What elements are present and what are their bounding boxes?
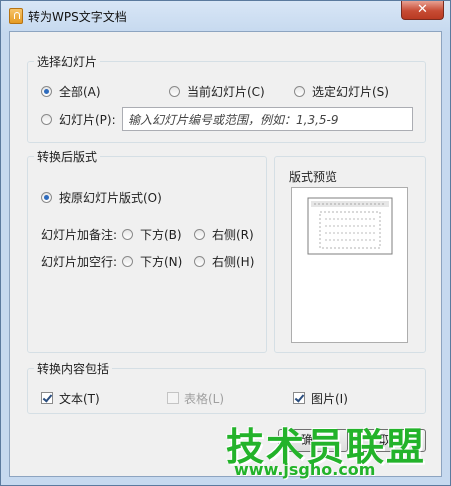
checkbox-image-label[interactable]: 图片(I) xyxy=(311,390,348,407)
watermark-url: www.jsgho.com xyxy=(234,460,376,479)
radio-notes-right[interactable] xyxy=(194,229,205,240)
layout-group-title: 转换后版式 xyxy=(34,148,101,165)
radio-notes-right-label[interactable]: 右侧(R) xyxy=(212,226,254,243)
radio-all-label[interactable]: 全部(A) xyxy=(59,83,101,100)
radio-all[interactable] xyxy=(41,86,52,97)
radio-slide-range-label[interactable]: 幻灯片(P): xyxy=(59,111,116,128)
radio-slide-range[interactable] xyxy=(41,114,52,125)
wps-app-icon xyxy=(9,8,23,24)
blank-line-label: 幻灯片加空行: xyxy=(41,255,118,269)
slide-preview-icon xyxy=(307,197,393,255)
radio-notes-bottom-label[interactable]: 下方(B) xyxy=(140,226,182,243)
radio-current-slide-label[interactable]: 当前幻灯片(C) xyxy=(187,83,265,100)
include-group-title: 转换内容包括 xyxy=(34,360,113,377)
checkbox-text-label[interactable]: 文本(T) xyxy=(59,390,100,407)
checkbox-text[interactable] xyxy=(41,392,53,404)
notes-label: 幻灯片加备注: xyxy=(41,228,118,242)
close-button[interactable]: ✕ xyxy=(401,1,444,20)
layout-preview-image xyxy=(291,187,408,343)
dialog-content: 选择幻灯片 全部(A) 当前幻灯片(C) 选定幻灯片(S) 幻灯片(P): 输入… xyxy=(9,31,442,477)
watermark: 技术员联盟 www.jsgho.com xyxy=(226,416,446,481)
window-title: 转为WPS文字文档 xyxy=(28,10,127,24)
radio-blank-right[interactable] xyxy=(194,256,205,267)
radio-original-layout-label[interactable]: 按原幻灯片版式(O) xyxy=(59,189,162,206)
radio-blank-bottom[interactable] xyxy=(122,256,133,267)
radio-selected-slides-label[interactable]: 选定幻灯片(S) xyxy=(312,83,389,100)
preview-title: 版式预览 xyxy=(289,170,338,184)
radio-blank-right-label[interactable]: 右侧(H) xyxy=(212,253,254,270)
title-bar[interactable]: 转为WPS文字文档 ✕ xyxy=(1,1,450,31)
checkbox-image[interactable] xyxy=(293,392,305,404)
radio-original-layout[interactable] xyxy=(41,192,52,203)
slide-range-input[interactable]: 输入幻灯片编号或范围，例如：1,3,5-9 xyxy=(122,107,413,131)
radio-current-slide[interactable] xyxy=(169,86,180,97)
radio-selected-slides[interactable] xyxy=(294,86,305,97)
radio-notes-bottom[interactable] xyxy=(122,229,133,240)
radio-blank-bottom-label[interactable]: 下方(N) xyxy=(140,253,182,270)
dialog-window: 转为WPS文字文档 ✕ 选择幻灯片 全部(A) 当前幻灯片(C) 选定幻灯片(S… xyxy=(0,0,451,486)
checkbox-table-label[interactable]: 表格(L) xyxy=(184,390,224,407)
checkbox-table[interactable] xyxy=(167,392,179,404)
slide-select-group-title: 选择幻灯片 xyxy=(34,53,101,70)
